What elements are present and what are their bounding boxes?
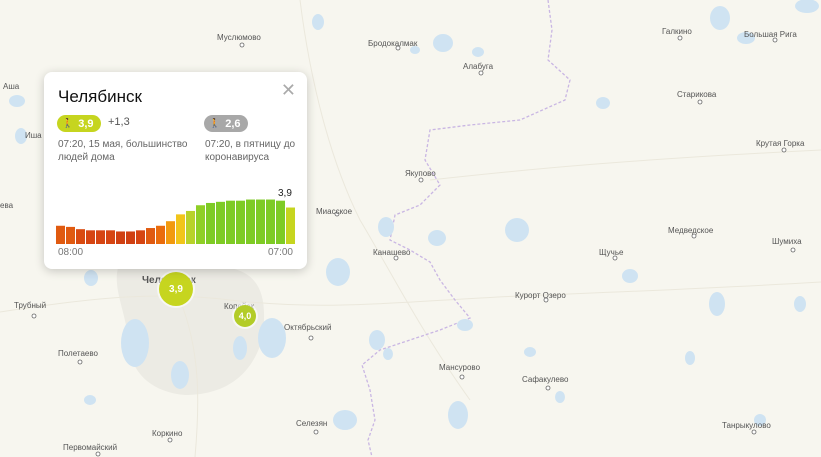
chart-bar-02:00	[236, 200, 245, 244]
chart-bar-17:00	[146, 228, 155, 244]
chart-bar-23:00	[206, 202, 215, 244]
chart-bar-20:00	[176, 214, 185, 244]
place-label: Галкино	[662, 27, 692, 36]
chart-bar-16:00	[136, 230, 145, 244]
chart-bar-03:00	[246, 199, 255, 244]
hourly-index-chart	[56, 199, 295, 244]
marker-value: 3,9	[169, 283, 183, 295]
past-index-badge: 🚶 2,6	[204, 115, 248, 132]
place-label: Шумиха	[772, 237, 802, 246]
place-label: Сафакулево	[522, 375, 569, 384]
x-axis-end-label: 07:00	[267, 247, 293, 258]
past-caption: 07:20, в пятницу до коронавируса	[205, 139, 296, 163]
place-label: Иша	[25, 131, 42, 140]
place-label: Канашево	[373, 248, 411, 257]
chart-bar-09:00	[66, 226, 75, 244]
place-label: Мансурово	[439, 363, 481, 372]
popup-city-title: Челябинск	[58, 87, 142, 106]
chart-bar-19:00	[166, 221, 175, 244]
place-label: Селезян	[296, 419, 327, 428]
place-label: Медведское	[668, 226, 714, 235]
place-label: Миасское	[316, 207, 353, 216]
place-label: ева	[0, 201, 14, 210]
chart-bar-21:00	[186, 210, 195, 244]
city-info-popup: Челябинск ✕ 🚶 3,9 +1,3 🚶 2,6 07:20, 15 м…	[44, 72, 307, 269]
place-label: Большая Рига	[744, 30, 797, 39]
place-label: Бродокалмак	[368, 39, 418, 48]
chart-bar-15:00	[126, 231, 135, 244]
chart-bar-06:00	[276, 200, 285, 244]
chart-bar-10:00	[76, 229, 85, 244]
current-index-badge: 🚶 3,9	[57, 115, 101, 132]
chart-bar-22:00	[196, 205, 205, 244]
chart-bar-04:00	[256, 199, 265, 244]
place-label: Крутая Горка	[756, 139, 805, 148]
place-label: Старикова	[677, 90, 717, 99]
chart-bar-18:00	[156, 225, 165, 244]
place-label: Полетаево	[58, 349, 99, 358]
place-label: Щучье	[599, 248, 624, 257]
chart-bar-12:00	[96, 230, 105, 244]
place-label: Курорт Озеро	[515, 291, 566, 300]
past-index-value: 2,6	[225, 117, 241, 130]
place-label: Октябрьский	[284, 323, 331, 332]
chart-bar-01:00	[226, 200, 235, 244]
place-label: Первомайский	[63, 443, 117, 452]
current-index-value: 3,9	[78, 117, 94, 130]
place-label: Муслюмово	[217, 33, 261, 42]
last-value-label: 3,9	[278, 188, 292, 199]
index-marker-kopeysk[interactable]: 4,0	[234, 305, 256, 327]
index-delta: +1,3	[108, 116, 130, 128]
place-label: Коркино	[152, 429, 183, 438]
close-icon[interactable]: ✕	[281, 81, 296, 99]
person-icon: 🚶	[209, 118, 221, 128]
chart-bar-13:00	[106, 230, 115, 244]
place-label: Алабуга	[463, 62, 494, 71]
chart-bar-08:00	[56, 225, 65, 244]
person-icon: 🚶	[62, 118, 74, 128]
chart-bar-07:00	[286, 207, 295, 244]
chart-bar-11:00	[86, 230, 95, 244]
place-label: Танрыкулово	[722, 421, 771, 430]
chart-bar-05:00	[266, 199, 275, 244]
index-marker-chelyabinsk[interactable]: 3,9	[159, 272, 193, 306]
chart-bar-00:00	[216, 201, 225, 244]
place-label: Аша	[3, 82, 20, 91]
place-label: Трубный	[14, 301, 46, 310]
marker-value: 4,0	[238, 311, 252, 321]
x-axis-start-label: 08:00	[58, 247, 84, 258]
chart-bar-14:00	[116, 231, 125, 244]
current-caption: 07:20, 15 мая, большинство людей дома	[58, 139, 188, 163]
place-label: Якупово	[405, 169, 436, 178]
